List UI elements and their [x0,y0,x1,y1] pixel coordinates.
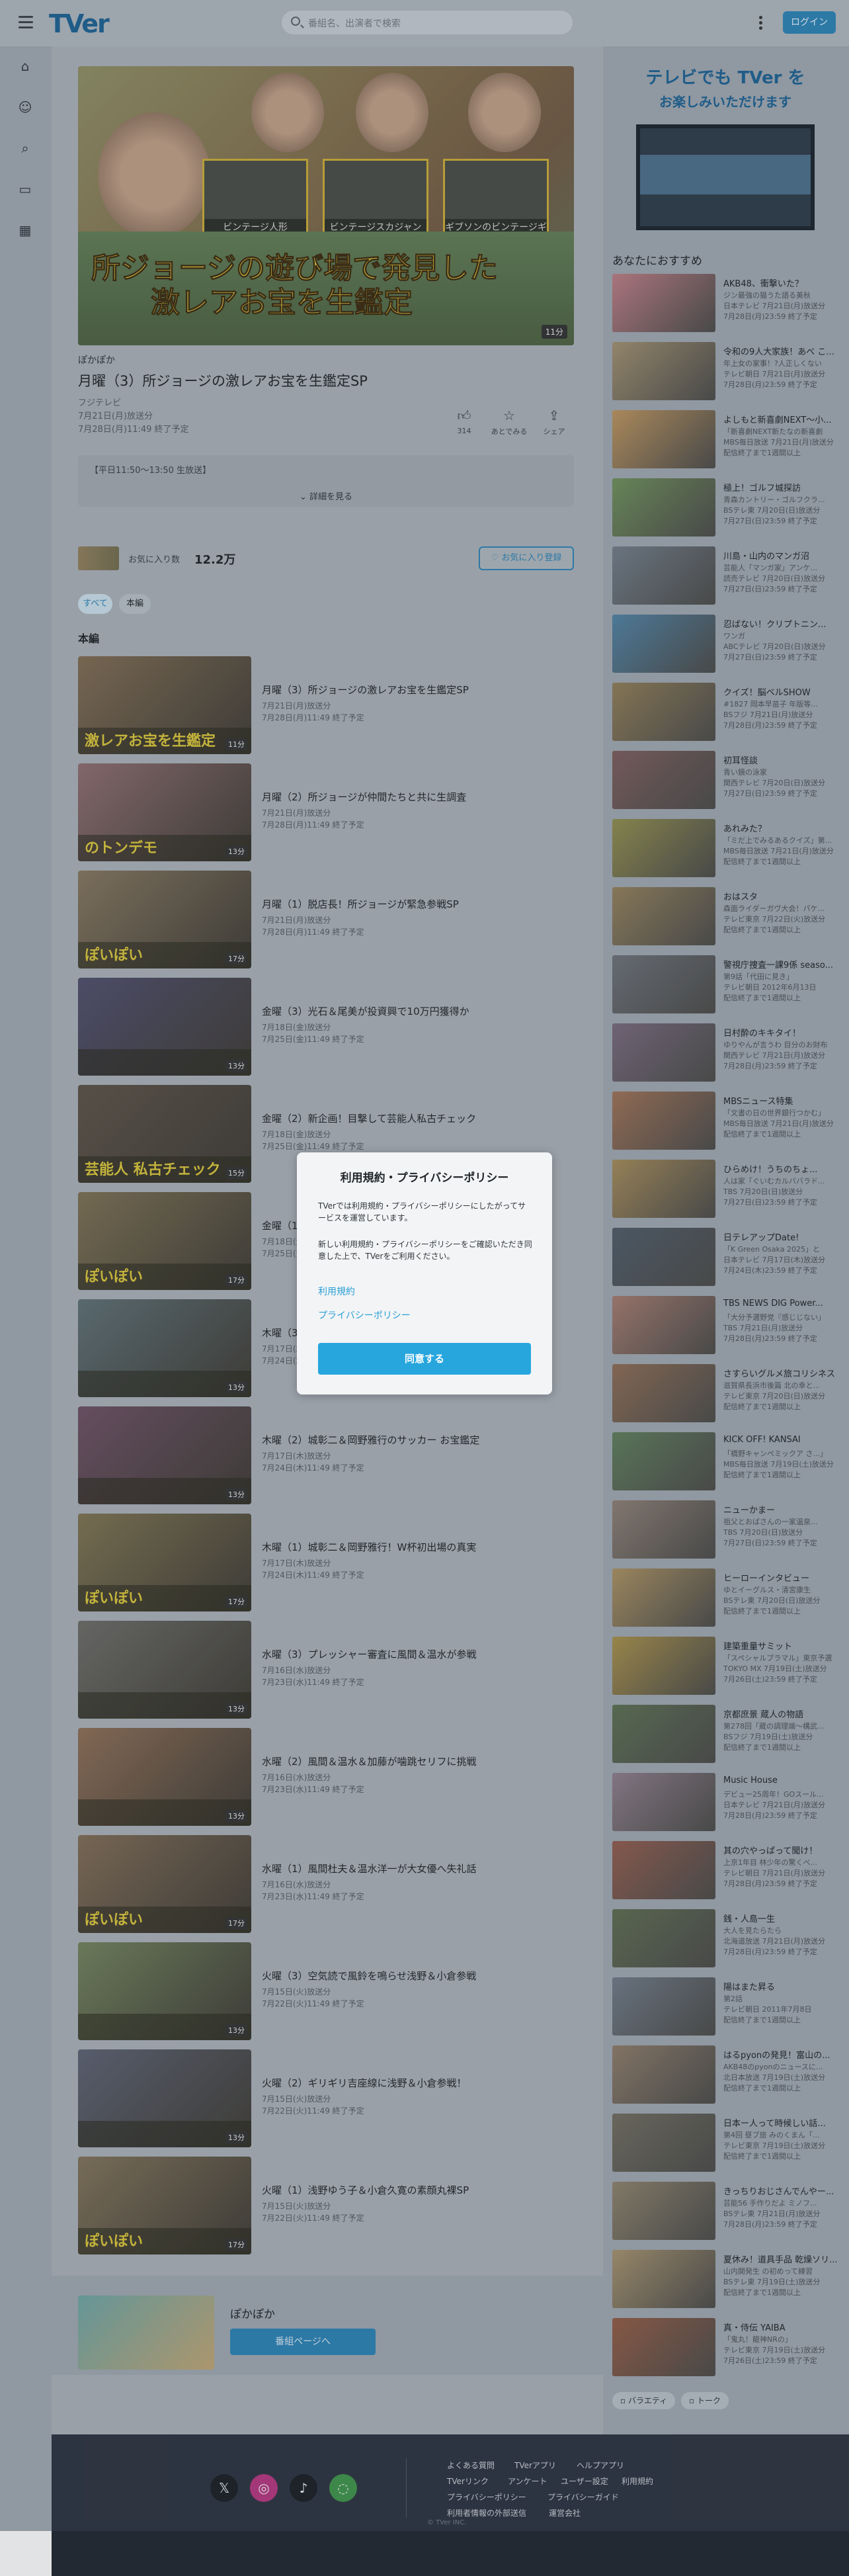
modal-title: 利用規約・プライバシーポリシー [340,1172,509,1185]
agree-button[interactable]: 同意する [318,1343,531,1375]
terms-link[interactable]: 利用規約 [318,1285,355,1298]
modal-text: 新しい利用規約・プライバシーポリシーをご確認いただき同意した上で、TVerをご利… [318,1240,532,1261]
privacy-link[interactable]: プライバシーポリシー [318,1309,411,1322]
modal-text: TVerでは利用規約・プライバシーポリシーにしたがってサービスを運営しています。 [318,1201,526,1223]
terms-modal: 利用規約・プライバシーポリシー TVerでは利用規約・プライバシーポリシーにした… [297,1152,552,1395]
